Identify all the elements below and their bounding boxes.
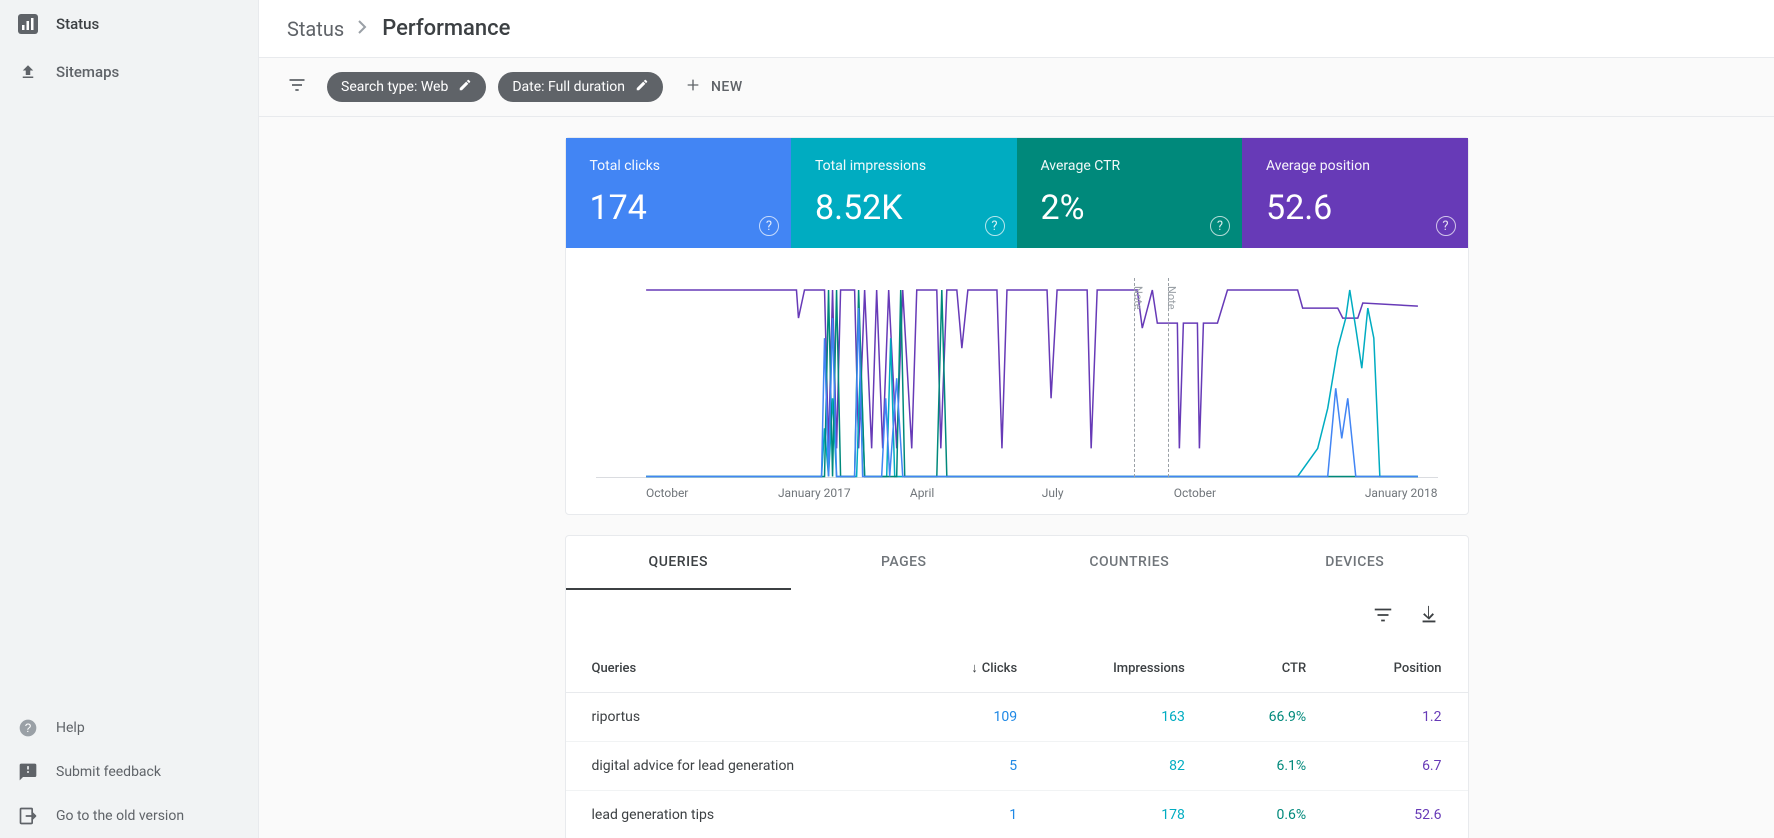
col-query[interactable]: Queries (566, 644, 911, 693)
x-axis-label: January 2017 (778, 486, 910, 500)
metric-average-position[interactable]: Average position 52.6 ? (1242, 138, 1468, 248)
col-impressions[interactable]: Impressions (1043, 644, 1211, 693)
table-toolbar (566, 590, 1468, 644)
sidebar-item-label: Submit feedback (56, 764, 161, 780)
metric-value: 8.52K (815, 188, 993, 228)
help-icon[interactable]: ? (1210, 216, 1230, 236)
sidebar-item-status[interactable]: Status (0, 0, 258, 48)
tab-devices[interactable]: DEVICES (1242, 536, 1468, 590)
cell-impressions: 163 (1043, 693, 1211, 742)
x-axis-label: April (910, 486, 1042, 500)
queries-table: Queries ↓Clicks Impressions CTR Position… (566, 644, 1468, 838)
metric-value: 2% (1041, 188, 1219, 228)
analytics-icon (18, 14, 38, 34)
sidebar: Status Sitemaps ? Help Submit feedback (0, 0, 258, 838)
breadcrumb-parent[interactable]: Status (287, 17, 344, 41)
filter-chip-search-type[interactable]: Search type: Web (327, 72, 486, 102)
col-ctr[interactable]: CTR (1211, 644, 1332, 693)
cell-ctr: 0.6% (1211, 791, 1332, 838)
filter-chip-date[interactable]: Date: Full duration (498, 72, 663, 102)
sidebar-item-label: Help (56, 720, 85, 736)
table-filter-icon[interactable] (1372, 604, 1394, 630)
table-row[interactable]: lead generation tips 1 178 0.6% 52.6 (566, 791, 1468, 838)
metric-total-impressions[interactable]: Total impressions 8.52K ? (791, 138, 1017, 248)
cell-query[interactable]: digital advice for lead generation (566, 742, 911, 791)
metric-label: Average CTR (1041, 158, 1219, 174)
pencil-icon (635, 78, 649, 96)
cell-query[interactable]: riportus (566, 693, 911, 742)
cell-ctr: 66.9% (1211, 693, 1332, 742)
cell-position: 6.7 (1332, 742, 1467, 791)
col-clicks[interactable]: ↓Clicks (911, 644, 1044, 693)
help-icon[interactable]: ? (985, 216, 1005, 236)
cell-impressions: 178 (1043, 791, 1211, 838)
chip-label: Search type: Web (341, 79, 448, 95)
sidebar-item-label: Go to the old version (56, 808, 184, 824)
download-icon[interactable] (1418, 604, 1440, 630)
performance-chart[interactable]: Note Note (596, 278, 1438, 478)
help-icon[interactable]: ? (759, 216, 779, 236)
metric-total-clicks[interactable]: Total clicks 174 ? (566, 138, 792, 248)
chip-label: Date: Full duration (512, 79, 625, 95)
cell-position: 1.2 (1332, 693, 1467, 742)
chart-note-label: Note (1165, 286, 1178, 310)
metric-value: 52.6 (1266, 188, 1444, 228)
cell-impressions: 82 (1043, 742, 1211, 791)
metric-value: 174 (590, 188, 768, 228)
cell-query[interactable]: lead generation tips (566, 791, 911, 838)
sidebar-item-sitemaps[interactable]: Sitemaps (0, 48, 258, 96)
svg-text:?: ? (25, 722, 32, 735)
chart-area: Note Note October January 2017 April Jul… (566, 248, 1468, 514)
tab-queries[interactable]: QUERIES (566, 536, 792, 590)
x-axis-label: October (1174, 486, 1306, 500)
filter-icon[interactable] (287, 75, 307, 99)
x-axis-label: July (1042, 486, 1174, 500)
cell-position: 52.6 (1332, 791, 1467, 838)
sort-descending-icon: ↓ (971, 661, 978, 676)
tab-pages[interactable]: PAGES (791, 536, 1017, 590)
plus-icon (685, 77, 701, 97)
main: Status Performance Search type: Web Date… (258, 0, 1774, 838)
metric-label: Total clicks (590, 158, 768, 174)
page-title: Performance (382, 16, 510, 41)
sidebar-item-help[interactable]: ? Help (0, 706, 258, 750)
col-position[interactable]: Position (1332, 644, 1467, 693)
help-icon[interactable]: ? (1436, 216, 1456, 236)
sidebar-item-label: Status (56, 15, 99, 33)
overview-card: Total clicks 174 ? Total impressions 8.5… (565, 137, 1469, 515)
chart-note-label: Note (1131, 286, 1144, 310)
tab-countries[interactable]: COUNTRIES (1017, 536, 1243, 590)
add-filter-button[interactable]: NEW (675, 77, 753, 97)
cell-ctr: 6.1% (1211, 742, 1332, 791)
new-label: NEW (711, 79, 743, 95)
details-card: QUERIES PAGES COUNTRIES DEVICES (565, 535, 1469, 838)
pencil-icon (458, 78, 472, 96)
filter-bar: Search type: Web Date: Full duration NEW (259, 58, 1774, 117)
feedback-icon (18, 762, 38, 782)
metric-label: Total impressions (815, 158, 993, 174)
sidebar-item-feedback[interactable]: Submit feedback (0, 750, 258, 794)
sidebar-item-label: Sitemaps (56, 63, 119, 81)
exit-icon (18, 806, 38, 826)
x-axis-label: January 2018 (1306, 486, 1438, 500)
sidebar-item-old-version[interactable]: Go to the old version (0, 794, 258, 838)
x-axis-label: October (646, 486, 778, 500)
help-icon: ? (18, 718, 38, 738)
cell-clicks: 5 (911, 742, 1044, 791)
table-header-row: Queries ↓Clicks Impressions CTR Position (566, 644, 1468, 693)
chart-x-axis: October January 2017 April July October … (596, 478, 1438, 500)
table-row[interactable]: digital advice for lead generation 5 82 … (566, 742, 1468, 791)
cell-clicks: 1 (911, 791, 1044, 838)
table-row[interactable]: riportus 109 163 66.9% 1.2 (566, 693, 1468, 742)
metric-row: Total clicks 174 ? Total impressions 8.5… (566, 138, 1468, 248)
breadcrumb: Status Performance (259, 0, 1774, 58)
tabs: QUERIES PAGES COUNTRIES DEVICES (566, 536, 1468, 590)
metric-label: Average position (1266, 158, 1444, 174)
metric-average-ctr[interactable]: Average CTR 2% ? (1017, 138, 1243, 248)
cell-clicks: 109 (911, 693, 1044, 742)
chevron-right-icon (358, 20, 368, 38)
upload-icon (18, 62, 38, 82)
content-scroll[interactable]: Total clicks 174 ? Total impressions 8.5… (259, 117, 1774, 838)
